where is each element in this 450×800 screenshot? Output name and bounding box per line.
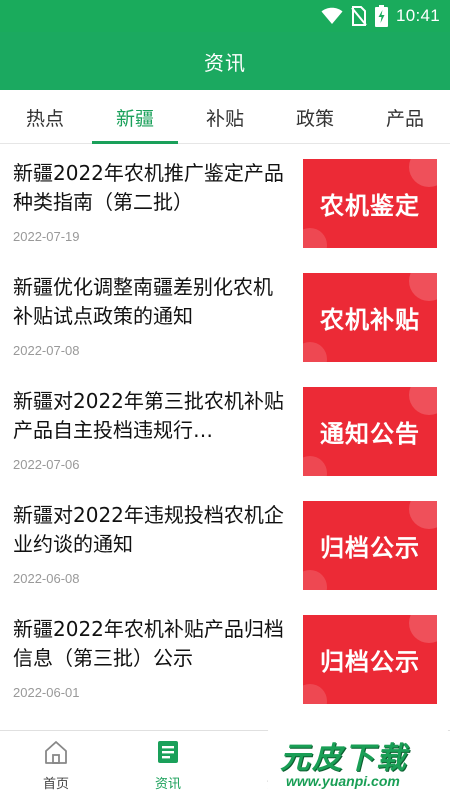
category-tabs: 热点 新疆 补贴 政策 产品 (0, 90, 450, 144)
no-sim-icon (351, 6, 367, 26)
news-item[interactable]: 新疆对2022年第三批农机补贴产品自主投档违规行… 2022-07-06 通知公… (0, 373, 450, 487)
news-date: 2022-07-19 (13, 229, 80, 244)
news-title: 新疆对2022年第三批农机补贴产品自主投档违规行… (13, 389, 284, 442)
battery-charging-icon (374, 5, 388, 27)
thumbnail-label: 归档公示 (320, 534, 420, 562)
tab-subsidy[interactable]: 补贴 (180, 90, 270, 144)
watermark-url: www.yuanpi.com (286, 773, 400, 789)
news-item[interactable]: 新疆2022年农机补贴产品归档信息（第三批）公示 2022-06-01 归档公示 (0, 601, 450, 715)
news-list: 新疆2022年农机推广鉴定产品种类指南（第二批） 2022-07-19 农机鉴定… (0, 145, 450, 730)
tab-product[interactable]: 产品 (360, 90, 450, 144)
home-icon (43, 739, 69, 769)
page-title: 资讯 (204, 50, 246, 75)
news-date: 2022-07-06 (13, 457, 80, 472)
thumbnail-label: 通知公告 (320, 420, 420, 448)
news-title: 新疆2022年农机推广鉴定产品种类指南（第二批） (13, 161, 284, 214)
news-thumbnail: 农机补贴 (303, 273, 437, 362)
tab-policy[interactable]: 政策 (270, 90, 360, 144)
news-thumbnail: 通知公告 (303, 387, 437, 476)
news-title: 新疆优化调整南疆差别化农机补贴试点政策的通知 (13, 275, 273, 328)
news-thumbnail: 归档公示 (303, 501, 437, 590)
nav-label: 首页 (42, 777, 69, 792)
nav-news[interactable]: 资讯 (112, 731, 224, 800)
status-icons: 10:41 (321, 0, 440, 32)
news-date: 2022-06-08 (13, 571, 80, 586)
news-title: 新疆对2022年违规投档农机企业约谈的通知 (13, 503, 284, 556)
news-icon (155, 739, 181, 769)
thumbnail-label: 归档公示 (320, 648, 420, 676)
watermark-logo: 元皮下载 www.yuanpi.com (268, 727, 448, 799)
news-date: 2022-06-01 (13, 685, 80, 700)
news-item[interactable]: 新疆2022年农机推广鉴定产品种类指南（第二批） 2022-07-19 农机鉴定 (0, 145, 450, 259)
thumbnail-label: 农机鉴定 (320, 192, 420, 220)
wifi-icon (321, 7, 343, 25)
news-title: 新疆2022年农机补贴产品归档信息（第三批）公示 (13, 617, 284, 670)
news-date: 2022-07-08 (13, 343, 80, 358)
watermark-logo-text: 元皮下载 (280, 741, 408, 776)
news-thumbnail: 归档公示 (303, 615, 437, 704)
tab-xinjiang[interactable]: 新疆 (90, 90, 180, 144)
nav-label: 资讯 (154, 777, 181, 792)
nav-home[interactable]: 首页 (0, 731, 112, 800)
status-time: 10:41 (395, 6, 440, 25)
thumbnail-label: 农机补贴 (320, 306, 420, 334)
status-bar: 10:41 (0, 0, 450, 32)
tab-hot[interactable]: 热点 (0, 90, 90, 144)
news-thumbnail: 农机鉴定 (303, 159, 437, 248)
news-item[interactable]: 新疆优化调整南疆差别化农机补贴试点政策的通知 2022-07-08 农机补贴 (0, 259, 450, 373)
news-item[interactable]: 新疆对2022年违规投档农机企业约谈的通知 2022-06-08 归档公示 (0, 487, 450, 601)
title-bar: 资讯 (0, 32, 450, 90)
